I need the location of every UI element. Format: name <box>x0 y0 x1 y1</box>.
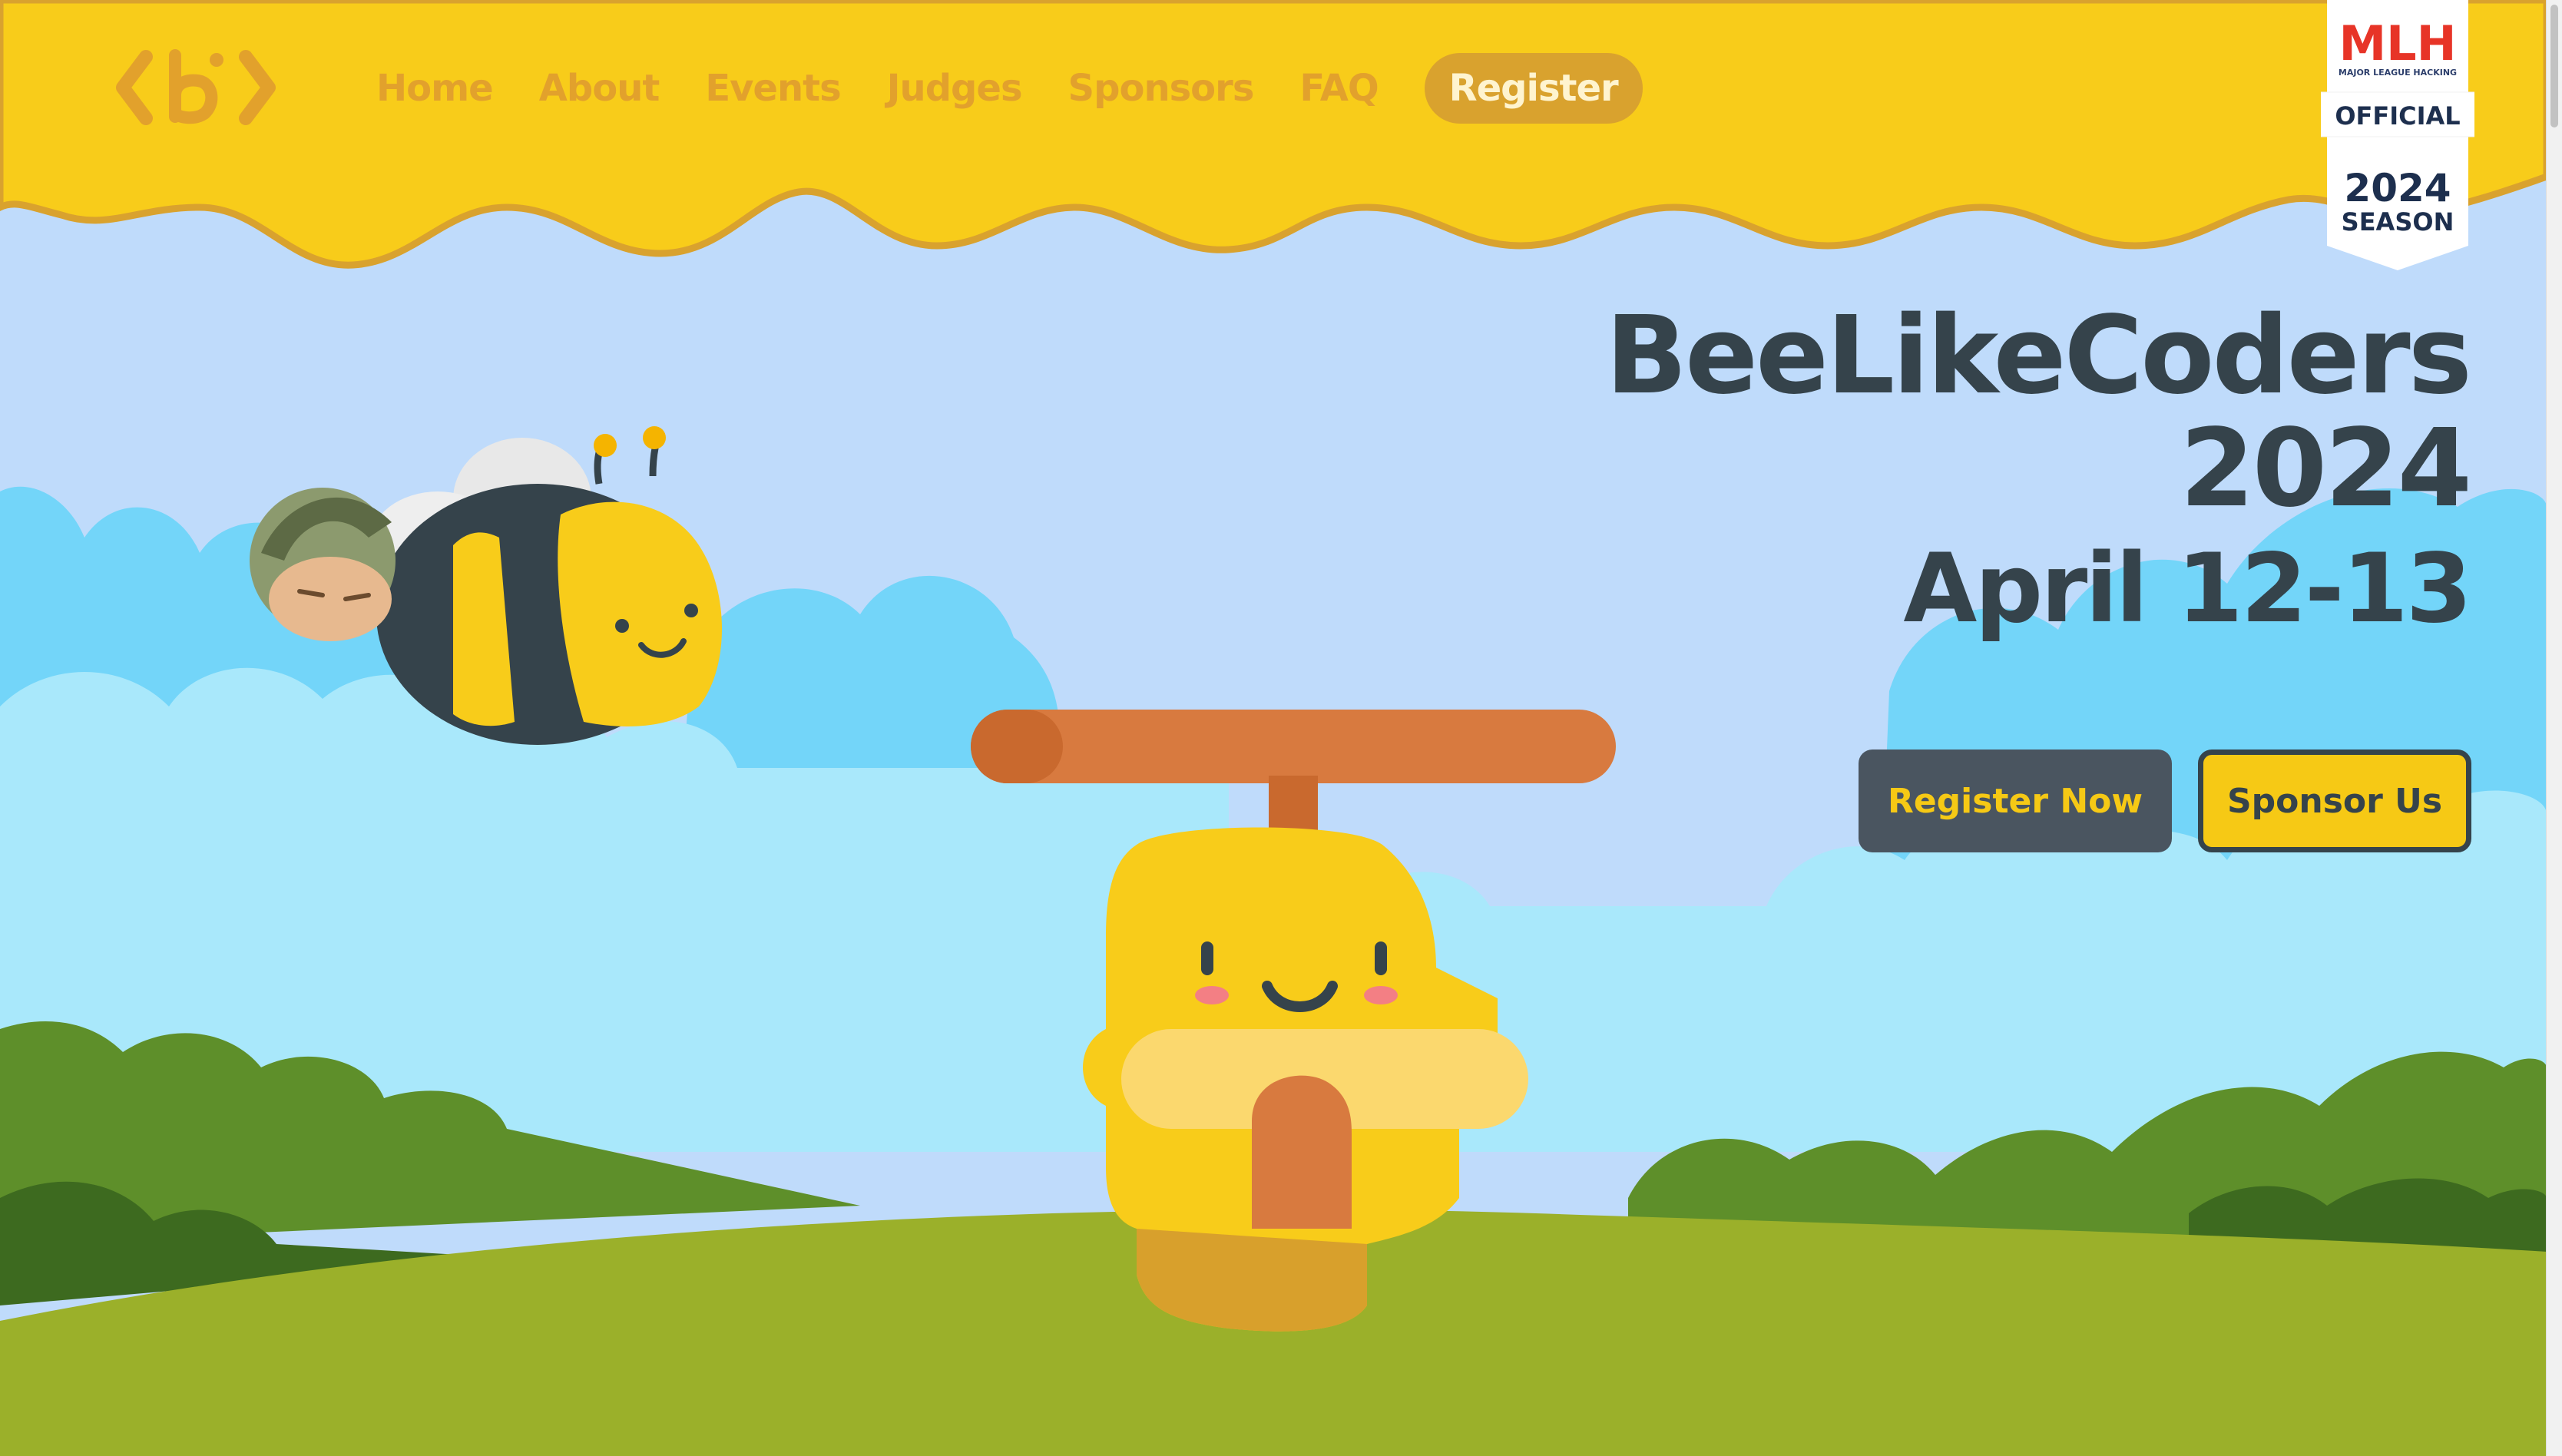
mlh-year-text: 2024 <box>2344 166 2451 210</box>
scrollbar-thumb[interactable] <box>2550 5 2558 127</box>
nav-judges[interactable]: Judges <box>887 67 1023 110</box>
hero-heading: BeeLikeCoders 2024 April 12-13 <box>1605 293 2472 644</box>
nav-events[interactable]: Events <box>705 67 841 110</box>
mlh-brand-text: MLH <box>2339 15 2456 71</box>
nav-sponsors[interactable]: Sponsors <box>1068 67 1255 110</box>
logo-icon <box>116 49 276 125</box>
background-illustration <box>0 0 2547 1456</box>
page-scrollbar[interactable] <box>2546 0 2562 1456</box>
hero-date: April 12-13 <box>1903 534 2472 644</box>
main-nav: Home About Events Judges Sponsors FAQ Re… <box>376 48 1643 129</box>
mlh-season-text: SEASON <box>2342 207 2454 237</box>
nav-home[interactable]: Home <box>376 67 494 110</box>
hero-title-line2: 2024 <box>2180 406 2472 531</box>
nav-about[interactable]: About <box>539 67 660 110</box>
register-now-button[interactable]: Register Now <box>1859 750 2172 852</box>
hero-scene <box>0 0 2547 1456</box>
mlh-official-text: OFFICIAL <box>2335 101 2460 131</box>
honey-band <box>0 0 2547 269</box>
sponsor-us-button[interactable]: Sponsor Us <box>2198 750 2471 852</box>
nav-register-button[interactable]: Register <box>1424 53 1643 124</box>
hero-title-line1: BeeLikeCoders <box>1605 293 2472 419</box>
mlh-official-badge[interactable]: MLH MAJOR LEAGUE HACKING OFFICIAL 2024 S… <box>2317 0 2478 276</box>
mlh-subtitle-text: MAJOR LEAGUE HACKING <box>2339 68 2457 78</box>
nav-faq[interactable]: FAQ <box>1299 67 1379 110</box>
site-logo[interactable] <box>115 49 276 126</box>
